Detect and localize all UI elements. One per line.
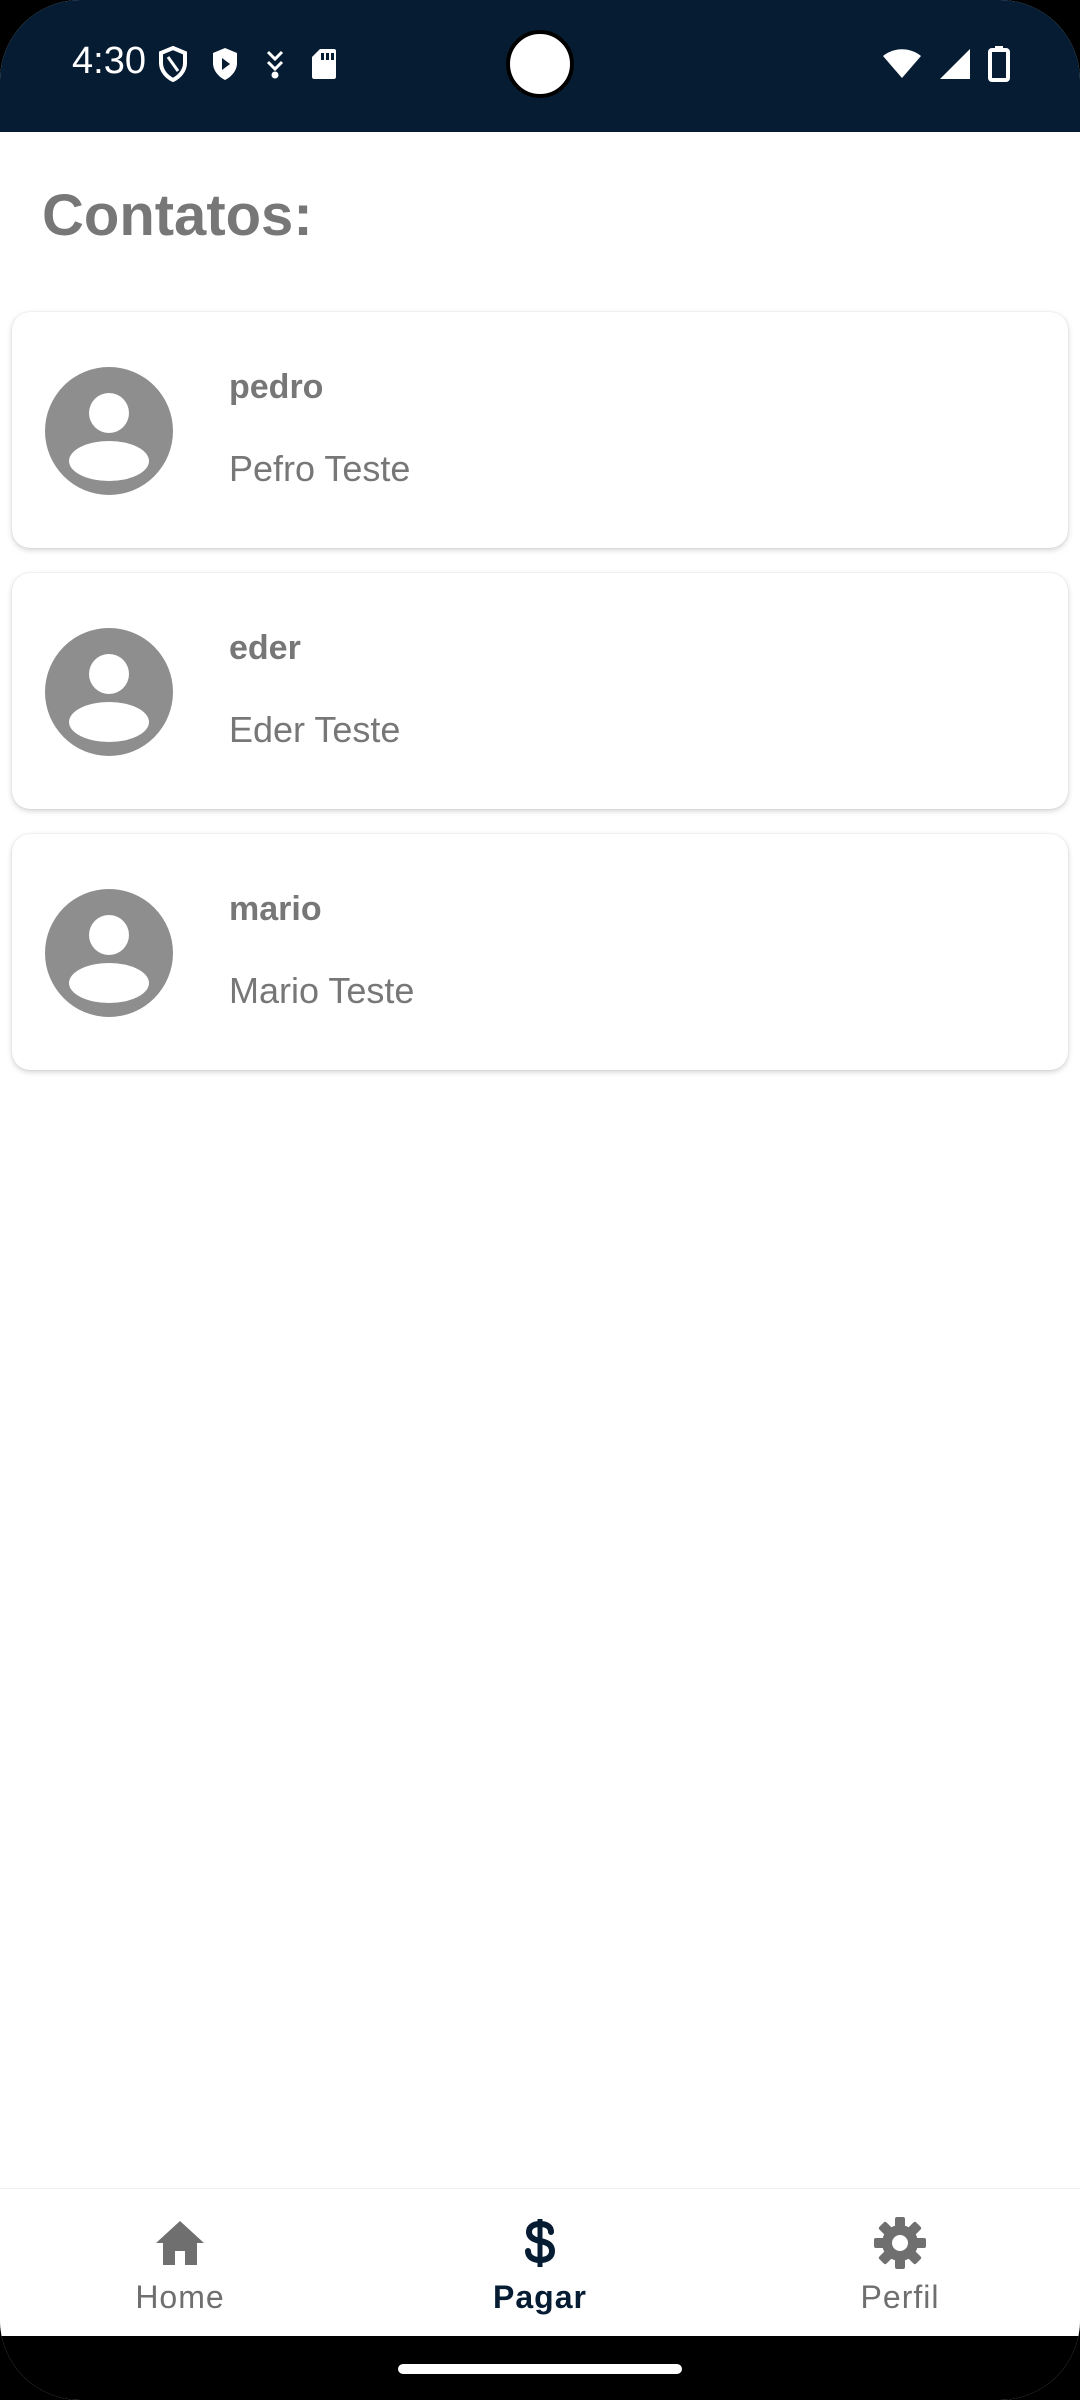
- nav-item-home[interactable]: Home: [0, 2189, 360, 2336]
- camera-cutout: [506, 30, 574, 98]
- sd-card-icon: [310, 47, 338, 81]
- battery-icon: [988, 46, 1010, 82]
- avatar-icon: [45, 628, 173, 756]
- gear-icon: [872, 2215, 928, 2271]
- home-icon: [152, 2215, 208, 2271]
- contact-card[interactable]: eder Eder Teste: [12, 573, 1068, 809]
- contact-full-name: Mario Teste: [229, 970, 415, 1011]
- gesture-bar: [0, 2336, 1080, 2400]
- status-icons-left: [158, 46, 338, 82]
- status-icons-right: [882, 46, 1010, 82]
- dollar-icon: [512, 2215, 568, 2271]
- contact-card[interactable]: mario Mario Teste: [12, 834, 1068, 1070]
- contact-list: pedro Pefro Teste eder Eder Teste mario …: [12, 312, 1068, 1095]
- contact-card[interactable]: pedro Pefro Teste: [12, 312, 1068, 548]
- wifi-icon: [882, 48, 922, 80]
- nav-item-pagar[interactable]: Pagar: [360, 2189, 720, 2336]
- status-bar: 4:30: [0, 0, 1080, 132]
- contact-username: eder: [229, 629, 301, 667]
- home-gesture-handle[interactable]: [398, 2364, 682, 2374]
- download-icon: [262, 48, 288, 80]
- contact-full-name: Pefro Teste: [229, 448, 411, 489]
- signal-icon: [938, 47, 972, 81]
- play-protect-icon: [210, 46, 240, 82]
- avatar-icon: [45, 367, 173, 495]
- contact-full-name: Eder Teste: [229, 709, 401, 750]
- bottom-navigation: Home Pagar Perfil: [0, 2188, 1080, 2336]
- contact-username: mario: [229, 890, 322, 928]
- nav-label-perfil: Perfil: [860, 2279, 940, 2315]
- contact-username: pedro: [229, 368, 324, 406]
- nav-item-perfil[interactable]: Perfil: [720, 2189, 1080, 2336]
- status-time: 4:30: [72, 40, 146, 82]
- page-title: Contatos:: [42, 183, 313, 248]
- nav-label-home: Home: [135, 2279, 225, 2315]
- nav-label-pagar: Pagar: [493, 2279, 587, 2315]
- app-screen: 4:30 Contatos: pedro Pefro Teste eder Ed…: [0, 0, 1080, 2400]
- avatar-icon: [45, 889, 173, 1017]
- shield-outline-icon: [158, 46, 188, 82]
